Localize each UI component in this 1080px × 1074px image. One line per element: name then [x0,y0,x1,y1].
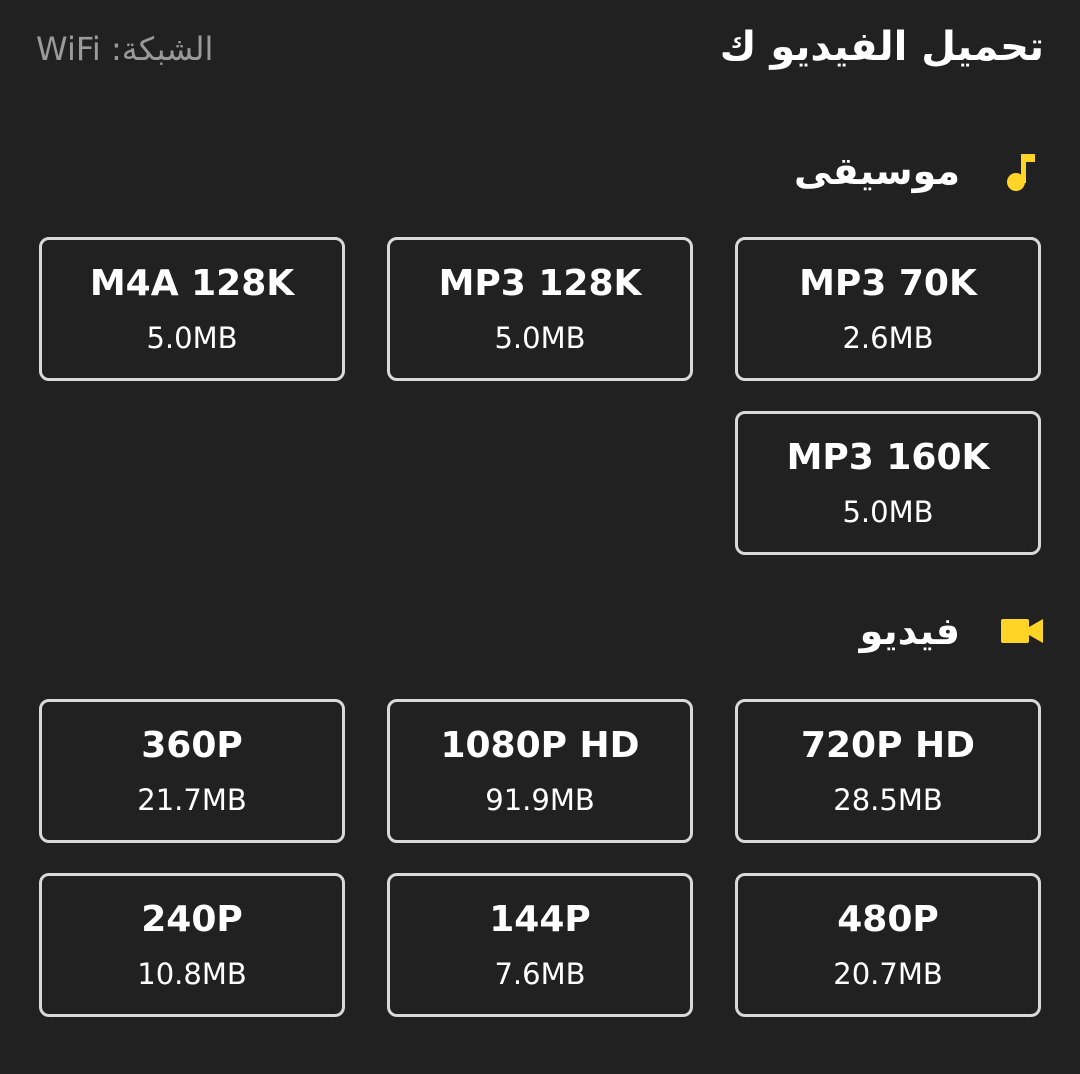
option-size: 5.0MB [842,495,934,529]
music-option-mp3-70k[interactable]: MP3 70K 2.6MB [735,237,1041,381]
video-camera-icon [1000,609,1044,653]
music-option-mp3-160k[interactable]: MP3 160K 5.0MB [735,411,1041,555]
video-option-240p[interactable]: 240P 10.8MB [39,873,345,1017]
option-size: 10.8MB [137,957,247,991]
option-format: 480P [837,899,939,940]
option-size: 21.7MB [137,783,247,817]
video-option-1080p[interactable]: 1080P HD 91.9MB [387,699,693,843]
music-section-label: موسيقى [793,149,960,193]
video-option-360p[interactable]: 360P 21.7MB [39,699,345,843]
option-size: 28.5MB [833,783,943,817]
video-option-480p[interactable]: 480P 20.7MB [735,873,1041,1017]
option-format: 720P HD [800,725,976,766]
music-option-mp3-128k[interactable]: MP3 128K 5.0MB [387,237,693,381]
video-option-144p[interactable]: 144P 7.6MB [387,873,693,1017]
option-format: 240P [141,899,243,940]
option-size: 7.6MB [494,957,586,991]
option-format: 360P [141,725,243,766]
video-section-label: فيديو [859,609,960,653]
page-title: تحميل الفيديو ك [719,24,1044,70]
music-section-header: موسيقى [794,141,1044,201]
network-status: الشبكة: WiFi [36,30,214,68]
option-size: 20.7MB [833,957,943,991]
video-section-header: فيديو [860,601,1044,661]
music-option-m4a-128k[interactable]: M4A 128K 5.0MB [39,237,345,381]
option-size: 5.0MB [494,321,586,355]
video-option-720p[interactable]: 720P HD 28.5MB [735,699,1041,843]
option-format: 1080P HD [440,725,640,766]
option-format: M4A 128K [89,263,295,304]
option-size: 5.0MB [146,321,238,355]
option-size: 2.6MB [842,321,934,355]
option-format: 144P [489,899,591,940]
option-format: MP3 70K [799,263,977,304]
music-note-icon [1000,149,1044,193]
option-size: 91.9MB [485,783,595,817]
option-format: MP3 160K [786,437,990,478]
option-format: MP3 128K [438,263,642,304]
